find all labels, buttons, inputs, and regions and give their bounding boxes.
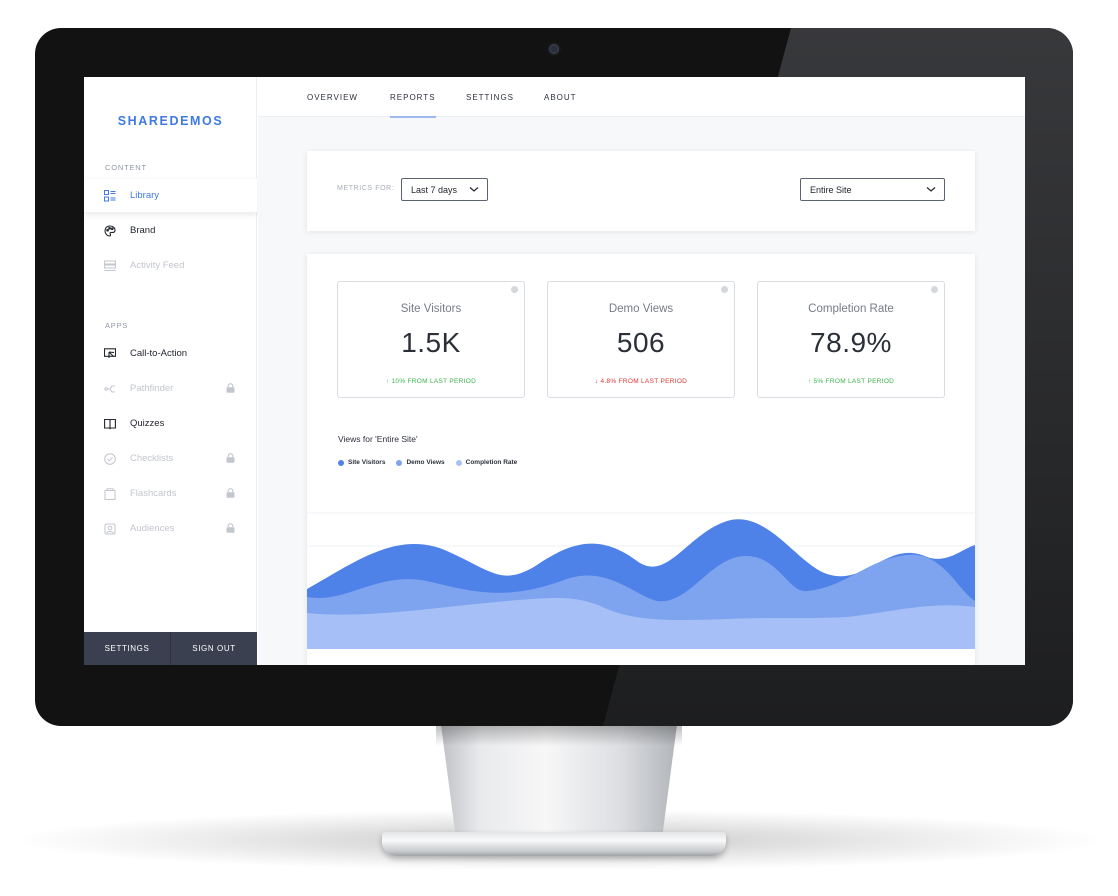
stat-value: 506 (616, 327, 666, 358)
sign-out-button[interactable]: SIGN OUT (170, 632, 257, 665)
legend-item-completion-rate[interactable]: Completion Rate (455, 459, 518, 466)
pathfinder-icon (104, 383, 116, 395)
sidebar-item-brand[interactable]: Brand (84, 214, 257, 247)
sidebar-item-pathfinder[interactable]: Pathfinder (84, 372, 257, 405)
stat-delta: ↑ 5% FROM LAST PERIOD (807, 378, 895, 385)
legend-swatch (396, 459, 403, 466)
legend-label: Site Visitors (348, 459, 386, 466)
top-nav: OVERVIEW REPORTS SETTINGS ABOUT (258, 77, 1025, 118)
sidebar: SHAREDEMOS CONTENT Library Brand Activit… (84, 77, 257, 665)
sidebar-item-label: Audiences (130, 523, 175, 534)
sidebar-item-label: Checklists (130, 453, 174, 464)
sidebar-item-checklists[interactable]: Checklists (84, 442, 257, 475)
sidebar-item-call-to-action[interactable]: Call-to-Action (84, 337, 257, 370)
app-screen: SHAREDEMOS CONTENT Library Brand Activit… (84, 77, 1025, 665)
stand-shadow (436, 724, 682, 746)
stat-title: Site Visitors (400, 303, 462, 315)
report-card: Site Visitors 1.5K ↑ 10% FROM LAST PERIO… (307, 254, 975, 665)
info-dot-icon[interactable] (511, 286, 518, 293)
tab-overview[interactable]: OVERVIEW (307, 93, 358, 102)
activity-feed-icon (104, 260, 116, 272)
tab-about[interactable]: ABOUT (544, 93, 577, 102)
flashcards-icon (104, 487, 116, 500)
audiences-icon (104, 523, 116, 535)
stat-delta: ↑ 10% FROM LAST PERIOD (385, 378, 477, 385)
stat-card-completion-rate: Completion Rate 78.9% ↑ 5% FROM LAST PER… (757, 281, 945, 398)
call-to-action-icon (103, 347, 117, 360)
sidebar-item-label: Flashcards (130, 488, 177, 499)
brand-logo[interactable]: SHAREDEMOS (84, 114, 257, 128)
metrics-for-label: METRICS FOR: (337, 185, 395, 192)
scope-select[interactable]: Entire Site (800, 178, 945, 201)
sidebar-item-activity-feed[interactable]: Activity Feed (84, 249, 257, 282)
check-circle-icon (104, 452, 116, 465)
area-chart (307, 512, 975, 649)
sidebar-item-label: Library (130, 190, 160, 201)
sidebar-item-flashcards[interactable]: Flashcards (84, 477, 257, 510)
lock-icon (226, 488, 235, 498)
filter-card: METRICS FOR: Last 7 days Entire Site (307, 151, 975, 231)
stat-title: Completion Rate (808, 303, 894, 315)
chart-title: Views for 'Entire Site' (338, 434, 418, 444)
sidebar-item-label: Call-to-Action (130, 348, 188, 359)
book-icon (104, 418, 116, 430)
stat-value: 78.9% (810, 327, 892, 358)
lock-icon (226, 523, 235, 533)
palette-icon (104, 224, 116, 237)
sidebar-item-label: Activity Feed (130, 260, 185, 271)
camera-icon (549, 44, 559, 54)
lock-icon (226, 453, 235, 463)
period-select-value: Last 7 days (411, 184, 458, 195)
sidebar-footer: SETTINGS SIGN OUT (84, 632, 257, 665)
tab-reports[interactable]: REPORTS (390, 93, 436, 118)
main-content: OVERVIEW REPORTS SETTINGS ABOUT METRICS … (258, 77, 1025, 665)
legend-item-demo-views[interactable]: Demo Views (396, 459, 445, 466)
tab-settings[interactable]: SETTINGS (466, 93, 514, 102)
legend-item-site-visitors[interactable]: Site Visitors (338, 459, 385, 466)
sidebar-item-label: Brand (130, 225, 156, 236)
info-dot-icon[interactable] (931, 286, 938, 293)
section-label-apps: APPS (105, 321, 129, 330)
chevron-down-icon (926, 187, 936, 192)
chart-legend: Site Visitors Demo Views Completion Rate (338, 459, 517, 466)
stat-delta: ↓ 4.8% FROM LAST PERIOD (594, 378, 688, 385)
sidebar-item-quizzes[interactable]: Quizzes (84, 407, 257, 440)
settings-button[interactable]: SETTINGS (84, 632, 170, 665)
library-icon (104, 189, 116, 202)
monitor-base (382, 832, 726, 856)
sidebar-item-label: Pathfinder (130, 383, 174, 394)
legend-swatch (338, 459, 344, 466)
stat-value: 1.5K (401, 327, 461, 358)
sidebar-item-library[interactable]: Library (84, 179, 257, 212)
lock-icon (226, 383, 235, 393)
chevron-down-icon (469, 187, 479, 192)
period-select[interactable]: Last 7 days (401, 178, 488, 201)
section-label-content: CONTENT (105, 163, 147, 172)
legend-swatch (455, 459, 462, 466)
scope-select-value: Entire Site (810, 184, 852, 195)
sidebar-item-label: Quizzes (130, 418, 165, 429)
stat-card-demo-views: Demo Views 506 ↓ 4.8% FROM LAST PERIOD (547, 281, 735, 398)
legend-label: Demo Views (406, 459, 445, 466)
info-dot-icon[interactable] (721, 286, 728, 293)
stat-title: Demo Views (608, 303, 674, 315)
legend-label: Completion Rate (465, 459, 518, 466)
sidebar-item-audiences[interactable]: Audiences (84, 512, 257, 545)
stat-card-site-visitors: Site Visitors 1.5K ↑ 10% FROM LAST PERIO… (337, 281, 525, 398)
